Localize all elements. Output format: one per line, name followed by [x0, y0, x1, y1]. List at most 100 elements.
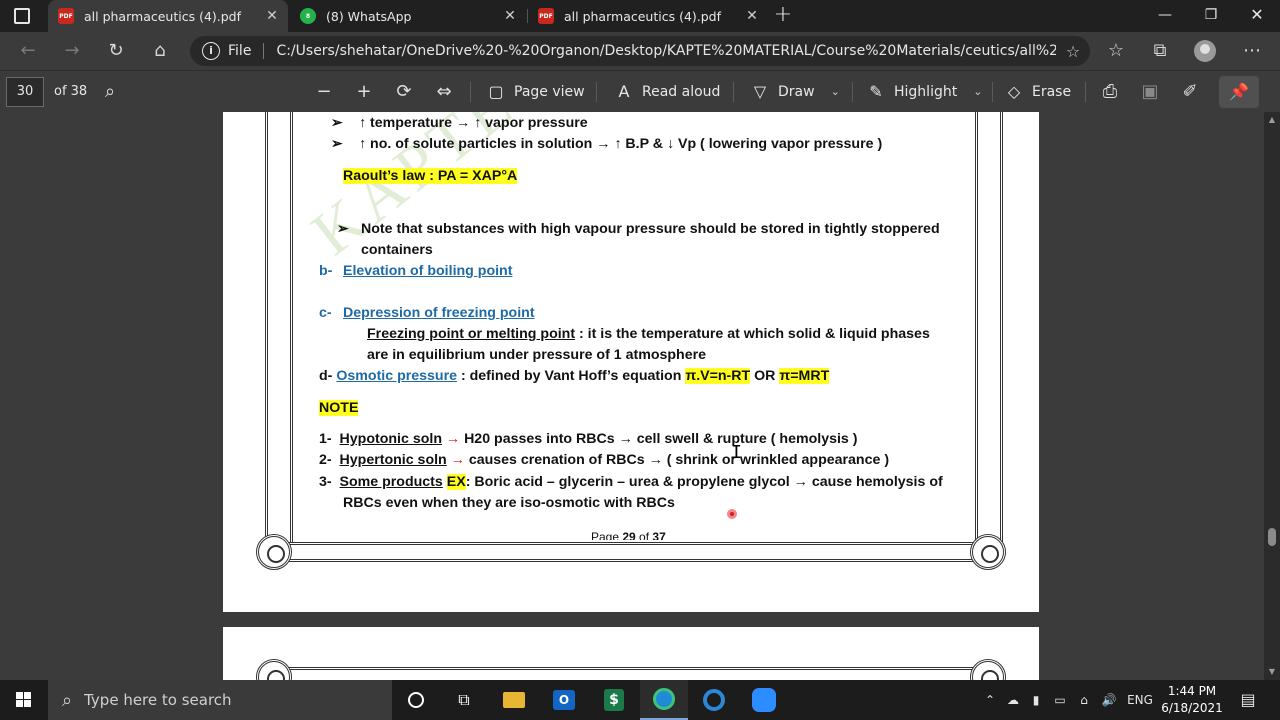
- taskbar-search[interactable]: ⌕ Type here to search: [48, 680, 392, 720]
- usb-icon[interactable]: ▮: [1026, 680, 1046, 720]
- border-corner-ornament: [256, 534, 292, 570]
- notifications-icon[interactable]: ▤: [1236, 680, 1260, 720]
- erase-button[interactable]: ◇ Erase: [1004, 71, 1071, 113]
- bullet-temperature: ↑ temperature → ↑ vapor pressure: [359, 115, 588, 131]
- clock[interactable]: 1:44 PM 6/18/2021: [1160, 683, 1224, 717]
- more-menu-icon[interactable]: ⋯: [1236, 32, 1268, 70]
- outlook-button[interactable]: O: [540, 680, 588, 720]
- save-icon[interactable]: ▣: [1136, 71, 1164, 113]
- draw-icon: ▽: [753, 82, 767, 101]
- pdf-icon: PDF: [58, 8, 74, 24]
- volume-icon[interactable]: 🔊: [1098, 680, 1120, 720]
- bullet-marker: ➢: [337, 221, 349, 237]
- scrollbar-thumb[interactable]: [1268, 528, 1276, 546]
- item-number: 3-: [319, 474, 332, 490]
- pdf-viewer[interactable]: KAPTE ACADEMY ➢ ↑ temperature → ↑ vapor …: [0, 112, 1264, 680]
- back-button[interactable]: ←: [12, 32, 44, 70]
- highlight-button[interactable]: ✎ Highlight ⌄: [866, 71, 982, 113]
- task-view-button[interactable]: ⧉: [440, 680, 488, 720]
- window-close-button[interactable]: ✕: [1234, 0, 1280, 32]
- toolbar-separator: [733, 82, 734, 102]
- pdf-page: KAPTE ACADEMY ➢ ↑ temperature → ↑ vapor …: [223, 112, 1039, 612]
- tab-title: (8) WhatsApp: [326, 8, 412, 24]
- scroll-down-icon[interactable]: ▼: [1264, 664, 1280, 680]
- print-icon[interactable]: ⎙: [1096, 71, 1124, 113]
- language-indicator[interactable]: ENG: [1124, 680, 1156, 720]
- note-line-1: Note that substances with high vapour pr…: [361, 221, 940, 237]
- url-text[interactable]: C:/Users/shehatar/OneDrive%20-%20Organon…: [276, 43, 1056, 59]
- edge-legacy-button[interactable]: [690, 680, 738, 720]
- money-app-icon: $: [604, 689, 624, 711]
- home-button[interactable]: ⌂: [144, 32, 176, 70]
- zoom-out-icon[interactable]: −: [310, 71, 338, 113]
- page-view-button[interactable]: ▢ Page view: [486, 71, 585, 113]
- minimize-button[interactable]: —: [1142, 0, 1188, 32]
- restore-button[interactable]: ❐: [1188, 0, 1234, 32]
- freezing-point-text: : it is the temperature at which solid &…: [575, 326, 930, 342]
- toolbar-separator: [596, 82, 597, 102]
- folder-icon: [503, 692, 525, 708]
- tray-overflow-icon[interactable]: ⌃: [980, 680, 1000, 720]
- list-item-continuation: RBCs even when they are iso-osmotic with…: [343, 495, 675, 511]
- pin-toolbar-button[interactable]: 📌: [1219, 76, 1259, 108]
- edge-button[interactable]: [640, 680, 688, 720]
- tab-pdf-2[interactable]: PDF all pharmaceutics (4).pdf ✕: [528, 0, 768, 32]
- page-view-label: Page view: [514, 84, 585, 100]
- page-border-right: [975, 112, 1003, 542]
- zoom-button[interactable]: [740, 680, 788, 720]
- item-marker-d: d-: [319, 368, 333, 384]
- file-explorer-button[interactable]: [490, 680, 538, 720]
- forward-button[interactable]: →: [56, 32, 88, 70]
- tab-whatsapp[interactable]: 8 (8) WhatsApp ✕: [290, 0, 526, 32]
- onedrive-icon[interactable]: ☁: [1002, 680, 1024, 720]
- item-text: causes crenation of RBCs → ( shrink or w…: [468, 452, 890, 468]
- collections-icon[interactable]: ⧉: [1144, 32, 1176, 70]
- address-bar[interactable]: i File C:/Users/shehatar/OneDrive%20-%20…: [190, 36, 1090, 66]
- close-icon[interactable]: ✕: [262, 8, 282, 24]
- close-icon[interactable]: ✕: [742, 8, 762, 24]
- new-tab-button[interactable]: +: [772, 4, 794, 28]
- clock-date: 6/18/2021: [1161, 701, 1223, 715]
- toolbar-separator: [470, 82, 471, 102]
- add-favorite-icon[interactable]: ☆: [1056, 42, 1090, 61]
- battery-icon[interactable]: ▭: [1050, 680, 1070, 720]
- rotate-icon[interactable]: ⟳: [390, 71, 418, 113]
- windows-logo-icon: [16, 692, 23, 699]
- draw-button[interactable]: ▽ Draw ⌄: [750, 71, 840, 113]
- page-number-input[interactable]: 30: [6, 77, 44, 107]
- scroll-up-icon[interactable]: ▲: [1264, 112, 1280, 128]
- save-as-icon[interactable]: ✐: [1176, 71, 1204, 113]
- page-view-icon: ▢: [488, 82, 504, 101]
- cortana-icon: [408, 692, 424, 708]
- page-border-left: [265, 112, 293, 542]
- zoom-in-icon[interactable]: +: [350, 71, 378, 113]
- chevron-down-icon[interactable]: ⌄: [831, 71, 840, 113]
- border-corner-ornament: [970, 659, 1006, 680]
- list-item: 2- Hypertonic soln → causes crenation of…: [319, 452, 889, 468]
- network-icon[interactable]: ⌂: [1074, 680, 1094, 720]
- tab-actions-icon[interactable]: [14, 8, 30, 24]
- tab-pdf-1[interactable]: PDF all pharmaceutics (4).pdf ✕: [48, 0, 288, 32]
- vertical-scrollbar[interactable]: ▲ ▼: [1264, 112, 1280, 680]
- cortana-button[interactable]: [392, 680, 440, 720]
- chevron-down-icon[interactable]: ⌄: [973, 71, 982, 113]
- read-aloud-button[interactable]: A Read aloud: [614, 71, 721, 113]
- search-icon[interactable]: ⌕: [96, 71, 124, 113]
- item-ex: EX: [446, 474, 466, 490]
- favorites-icon[interactable]: ☆: [1100, 32, 1132, 70]
- app-button[interactable]: $: [590, 680, 638, 720]
- fit-to-page-icon[interactable]: ⇔: [430, 71, 458, 113]
- eraser-icon: ◇: [1007, 82, 1021, 101]
- avatar[interactable]: [1194, 40, 1216, 62]
- raoult-law: Raoult’s law : PA = XAP°A: [343, 168, 518, 184]
- page-count: of 38: [54, 84, 88, 99]
- close-icon[interactable]: ✕: [500, 8, 520, 24]
- footer-page: 29: [622, 530, 636, 540]
- refresh-button[interactable]: ↻: [100, 32, 132, 70]
- windows-logo-icon: [16, 700, 23, 707]
- read-aloud-label: Read aloud: [642, 84, 721, 100]
- start-button[interactable]: [0, 680, 48, 720]
- edge-legacy-icon: [703, 689, 725, 711]
- freezing-point-line-2: are in equilibrium under pressure of 1 a…: [367, 347, 707, 363]
- info-icon[interactable]: i: [202, 42, 220, 60]
